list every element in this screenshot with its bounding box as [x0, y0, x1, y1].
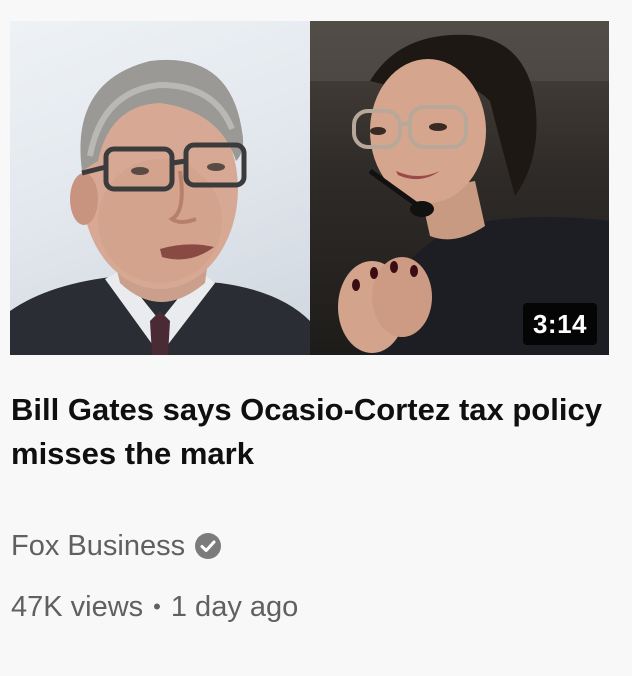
separator-dot: • — [153, 594, 161, 619]
video-metadata: 47K views • 1 day ago — [11, 589, 298, 625]
duration-badge: 3:14 — [522, 303, 597, 345]
view-count: 47K views — [11, 591, 144, 623]
man-portrait-illustration — [10, 59, 310, 355]
video-title[interactable]: Bill Gates says Ocasio-Cortez tax policy… — [11, 388, 611, 476]
channel-name[interactable]: Fox Business — [11, 528, 185, 564]
thumbnail-photo-left — [10, 21, 310, 355]
video-thumbnail[interactable]: 3:14 — [10, 21, 609, 355]
verified-check-icon — [194, 532, 222, 560]
upload-age: 1 day ago — [170, 591, 299, 623]
channel-row[interactable]: Fox Business — [11, 528, 222, 564]
video-card[interactable]: 3:14 Bill Gates says Ocasio-Cortez tax p… — [0, 0, 632, 676]
